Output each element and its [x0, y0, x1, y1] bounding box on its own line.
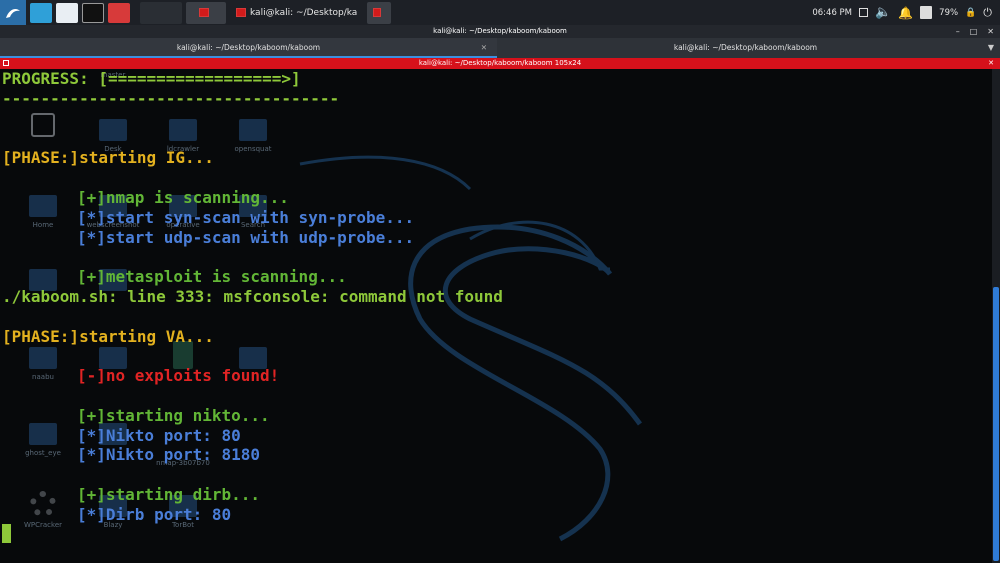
desktop-icon-wpcracker[interactable]: WPCracker [8, 491, 78, 529]
error-line: ./kaboom.sh: line 333: msfconsole: comma… [2, 287, 503, 306]
workspace-switcher[interactable] [140, 1, 182, 24]
task-label: kali@kali: ~/Desktop/ka [250, 7, 358, 18]
desktop-icon-ghost-eye[interactable]: ghost_eye [8, 423, 78, 457]
lock-icon[interactable]: 🔒 [965, 8, 976, 18]
battery-percent: 79% [939, 7, 959, 18]
tab-terminal-1[interactable]: kali@kali: ~/Desktop/kaboom/kaboom ✕ [0, 38, 497, 58]
nikto-port-80-line: [*]Nikto port: 80 [77, 426, 241, 445]
task-button-3[interactable] [367, 1, 392, 24]
nmap-line: [+]nmap is scanning... [77, 188, 289, 207]
terminal-cursor [2, 524, 11, 543]
udp-scan-line: [*]start udp-scan with udp-probe... [77, 228, 415, 247]
task-button-terminal[interactable]: kali@kali: ~/Desktop/ka [230, 2, 363, 24]
progress-line: PROGRESS: [==================>] [2, 69, 301, 88]
task-button-1[interactable] [186, 1, 226, 24]
folder-icon [169, 119, 197, 141]
volume-icon[interactable]: 🔈 [875, 5, 891, 20]
kali-dragon-icon [6, 8, 20, 18]
desktop-icon-naabu[interactable]: naabu [8, 347, 78, 381]
icon-label: Home [32, 221, 54, 229]
pane-menu-icon[interactable] [3, 60, 9, 66]
window-titlebar[interactable]: kali@kali: ~/Desktop/kaboom/kaboom – □ ✕ [0, 25, 1000, 38]
home-folder-icon [29, 195, 57, 217]
nikto-start-line: [+]starting nikto... [77, 406, 270, 425]
notification-bell-icon[interactable]: 🔔 [898, 6, 913, 20]
pane-close-icon[interactable]: ✕ [988, 58, 994, 69]
terminal-task-icon [236, 8, 246, 17]
icon-label: opensquat [234, 145, 272, 153]
locked-folder-icon [29, 423, 57, 445]
desktop-icon-home[interactable]: Home [8, 195, 78, 229]
maximize-button[interactable]: □ [970, 25, 978, 38]
display-icon[interactable] [859, 8, 869, 17]
syn-scan-line: [*]start syn-scan with syn-probe... [77, 208, 415, 227]
folder-icon [99, 119, 127, 141]
terminal-scrollbar[interactable] [992, 69, 1000, 563]
terminal-output[interactable]: master Desk ldcrawler opensquat Home web… [0, 69, 992, 563]
kali-menu-button[interactable] [0, 0, 26, 25]
battery-icon[interactable] [920, 6, 933, 19]
icon-label: WPCracker [23, 521, 63, 529]
terminal-pane-header[interactable]: kali@kali: ~/Desktop/kaboom/kaboom 105x2… [0, 58, 1000, 69]
scrollbar-thumb[interactable] [993, 287, 999, 561]
phase-ig-line: [PHASE:]starting IG... [2, 148, 214, 167]
separator-line: ----------------------------------- [2, 89, 340, 108]
nikto-port-8180-line: [*]Nikto port: 8180 [77, 445, 261, 464]
icon-label: ghost_eye [25, 449, 61, 457]
dirb-port-80-line: [*]Dirb port: 80 [77, 505, 232, 524]
tab-close-icon[interactable]: ✕ [481, 38, 487, 58]
metasploit-line: [+]metasploit is scanning... [77, 267, 347, 286]
tab-label: kali@kali: ~/Desktop/kaboom/kaboom [673, 43, 818, 52]
minimize-button[interactable]: – [956, 25, 960, 38]
screen-recorder-icon[interactable] [108, 2, 130, 23]
clock[interactable]: 06:46 PM [812, 8, 852, 18]
locked-folder-icon [29, 347, 57, 369]
file-manager-icon[interactable] [56, 2, 78, 23]
close-window-button[interactable]: ✕ [987, 25, 994, 38]
tab-bar: kali@kali: ~/Desktop/kaboom/kaboom ✕ kal… [0, 38, 1000, 58]
phase-va-line: [PHASE:]starting VA... [2, 327, 214, 346]
terminal-task-icon [199, 8, 209, 17]
desktop-launcher-icon[interactable] [30, 2, 52, 23]
window-title: kali@kali: ~/Desktop/kaboom/kaboom [433, 27, 567, 35]
desktop-icon-disk[interactable] [8, 113, 78, 137]
desktop-icon-opensquat[interactable]: opensquat [218, 119, 288, 153]
pane-title: kali@kali: ~/Desktop/kaboom/kaboom 105x2… [418, 59, 582, 67]
dirb-start-line: [+]starting dirb... [77, 485, 261, 504]
terminal-launcher-icon[interactable] [82, 2, 104, 23]
icon-label: naabu [32, 373, 54, 381]
gear-icon [30, 491, 56, 517]
top-panel: kali@kali: ~/Desktop/ka 06:46 PM 🔈 🔔 79%… [0, 0, 1000, 25]
power-icon[interactable]: ⏻ [983, 6, 992, 20]
tab-terminal-2[interactable]: kali@kali: ~/Desktop/kaboom/kaboom [497, 38, 994, 58]
no-exploits-line: [-]no exploits found! [77, 366, 280, 385]
tab-label: kali@kali: ~/Desktop/kaboom/kaboom [176, 43, 321, 52]
terminal-task-icon [373, 8, 382, 17]
folder-icon [239, 119, 267, 141]
disk-icon [31, 113, 55, 137]
tab-menu-icon[interactable]: ▼ [988, 38, 994, 58]
